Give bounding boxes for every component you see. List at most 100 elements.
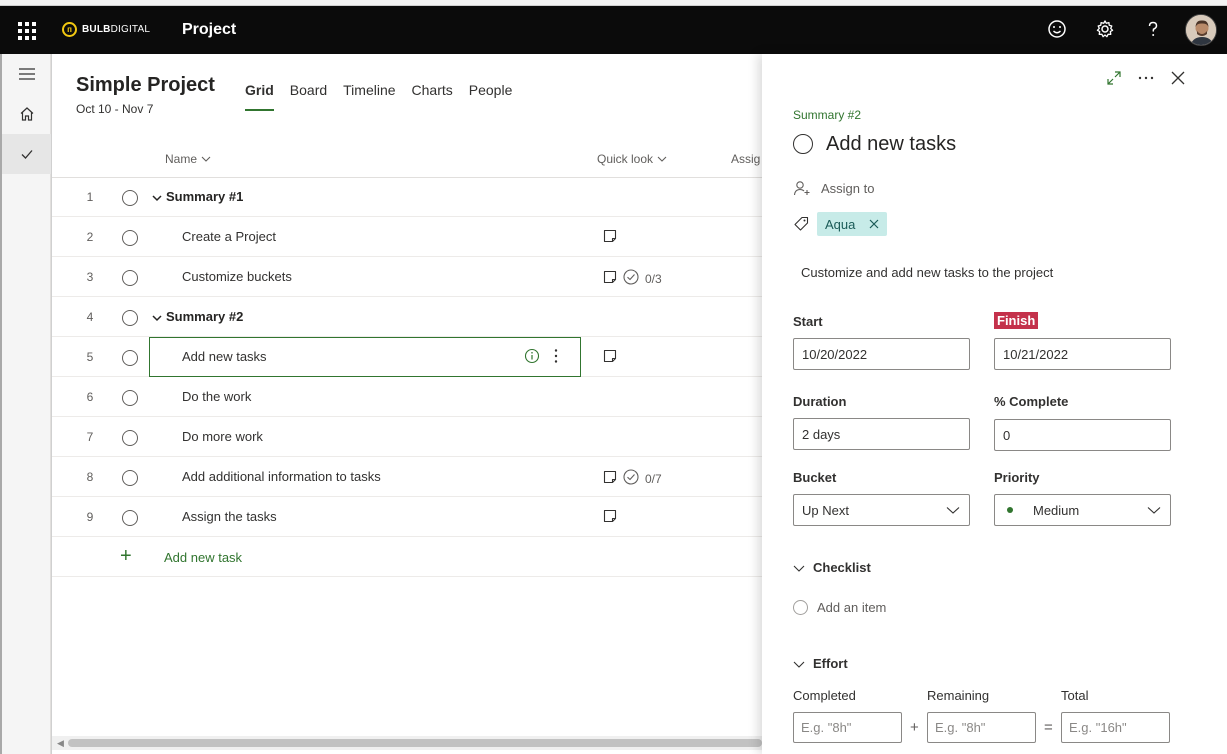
table-row[interactable]: 7 Do more work <box>52 417 762 457</box>
checklist-title: Checklist <box>813 560 871 575</box>
priority-dropdown[interactable]: Medium <box>994 494 1171 526</box>
checklist-add-item[interactable]: Add an item <box>793 600 886 615</box>
user-avatar[interactable] <box>1185 14 1217 46</box>
column-header-name[interactable]: Name <box>165 152 211 166</box>
task-complete-toggle[interactable] <box>793 134 813 154</box>
total-effort-label: Total <box>1061 688 1089 703</box>
tab-people[interactable]: People <box>469 82 513 112</box>
app-launcher-icon[interactable] <box>18 22 36 40</box>
notes-icon[interactable] <box>603 349 617 366</box>
settings-gear-icon[interactable] <box>1094 18 1116 40</box>
remaining-effort-input[interactable]: E.g. "8h" <box>927 712 1036 743</box>
brand-name-rest: DIGITAL <box>110 24 151 35</box>
start-label: Start <box>793 314 823 329</box>
quick-look-cell <box>603 349 617 366</box>
task-complete-toggle[interactable] <box>122 510 138 526</box>
completed-effort-input[interactable]: E.g. "8h" <box>793 712 902 743</box>
brand-logo[interactable]: ᴨ BULBDIGITAL <box>62 22 150 37</box>
label-chip-aqua[interactable]: Aqua <box>817 212 888 236</box>
tab-grid[interactable]: Grid <box>245 82 274 112</box>
column-header-assigned[interactable]: Assig <box>731 152 760 166</box>
task-complete-toggle[interactable] <box>122 310 138 326</box>
task-complete-toggle[interactable] <box>122 270 138 286</box>
task-notes[interactable]: Customize and add new tasks to the proje… <box>801 265 1053 280</box>
hamburger-menu-icon[interactable] <box>2 54 51 94</box>
assign-to-button[interactable]: Assign to <box>793 180 874 196</box>
notes-icon[interactable] <box>603 509 617 526</box>
task-complete-toggle[interactable] <box>122 390 138 406</box>
tag-icon <box>794 216 809 231</box>
task-name[interactable]: Add additional information to tasks <box>182 469 381 484</box>
table-row[interactable]: 3 Customize buckets 0/3 <box>52 257 762 297</box>
notes-icon[interactable] <box>603 470 617 487</box>
table-row[interactable]: 9 Assign the tasks <box>52 497 762 537</box>
finish-date-input[interactable]: 10/21/2022 <box>994 338 1171 370</box>
scroll-left-arrow-icon[interactable]: ◀ <box>57 738 64 749</box>
task-name[interactable]: Do more work <box>182 429 263 444</box>
remove-label-icon[interactable] <box>869 219 879 229</box>
parent-summary-link[interactable]: Summary #2 <box>793 108 861 122</box>
equals-operator: = <box>1044 719 1053 736</box>
percent-complete-label: % Complete <box>994 394 1069 409</box>
bucket-label: Bucket <box>793 470 837 485</box>
percent-complete-input[interactable]: 0 <box>994 419 1171 451</box>
row-more-options-icon[interactable] <box>554 348 558 369</box>
table-row[interactable]: 1 Summary #1 <box>52 177 762 217</box>
task-name[interactable]: Do the work <box>182 389 251 404</box>
collapse-chevron-icon[interactable] <box>152 190 162 208</box>
project-title[interactable]: Simple Project <box>76 74 215 97</box>
home-icon[interactable] <box>2 94 51 134</box>
more-options-icon[interactable] <box>1136 68 1156 88</box>
table-row[interactable]: 6 Do the work <box>52 377 762 417</box>
info-icon[interactable] <box>524 348 540 369</box>
add-new-task-label[interactable]: Add new task <box>164 550 242 565</box>
duration-input[interactable]: 2 days <box>793 418 970 450</box>
start-date-input[interactable]: 10/20/2022 <box>793 338 970 370</box>
add-new-task-row[interactable]: + Add new task <box>52 537 762 577</box>
task-complete-toggle[interactable] <box>122 470 138 486</box>
total-effort-input[interactable]: E.g. "16h" <box>1061 712 1170 743</box>
row-number: 6 <box>86 390 94 404</box>
task-title[interactable]: Add new tasks <box>826 133 956 156</box>
tasks-checkmark-icon[interactable] <box>2 134 51 174</box>
help-question-icon[interactable] <box>1142 18 1164 40</box>
checklist-section-toggle[interactable]: Checklist <box>793 560 871 575</box>
tab-board[interactable]: Board <box>290 82 327 112</box>
table-row[interactable]: 4 Summary #2 <box>52 297 762 337</box>
checklist-progress-icon <box>623 269 639 288</box>
notes-icon[interactable] <box>603 229 617 246</box>
expand-icon[interactable] <box>1104 68 1124 88</box>
task-name[interactable]: Customize buckets <box>182 269 292 284</box>
task-complete-toggle[interactable] <box>122 430 138 446</box>
horizontal-scrollbar[interactable]: ◀ <box>52 736 762 750</box>
add-person-icon <box>793 181 810 196</box>
tab-timeline[interactable]: Timeline <box>343 82 395 112</box>
tab-charts[interactable]: Charts <box>412 82 453 112</box>
main-grid-area: Simple Project Oct 10 - Nov 7 Grid Board… <box>52 54 762 754</box>
task-complete-toggle[interactable] <box>122 230 138 246</box>
task-complete-toggle[interactable] <box>122 190 138 206</box>
close-icon[interactable] <box>1168 68 1188 88</box>
table-row[interactable]: 8 Add additional information to tasks 0/7 <box>52 457 762 497</box>
task-name[interactable]: Assign the tasks <box>182 509 277 524</box>
task-name[interactable]: Summary #1 <box>166 189 243 204</box>
scrollbar-thumb[interactable] <box>68 739 762 747</box>
effort-section-toggle[interactable]: Effort <box>793 656 848 671</box>
task-name[interactable]: Add new tasks <box>182 349 267 364</box>
task-complete-toggle[interactable] <box>122 350 138 366</box>
app-title[interactable]: Project <box>182 21 236 39</box>
notes-icon[interactable] <box>603 270 617 287</box>
row-number: 9 <box>86 510 94 524</box>
task-name[interactable]: Create a Project <box>182 229 276 244</box>
view-tabs: Grid Board Timeline Charts People <box>245 82 528 112</box>
bucket-dropdown[interactable]: Up Next <box>793 494 970 526</box>
table-row[interactable]: 2 Create a Project <box>52 217 762 257</box>
bucket-dropdown-value: Up Next <box>802 502 849 518</box>
chevron-down-icon <box>793 661 805 668</box>
plus-icon[interactable]: + <box>120 546 132 566</box>
column-header-quick-look[interactable]: Quick look <box>597 152 667 166</box>
table-row[interactable]: 5 Add new tasks <box>52 337 762 377</box>
feedback-smiley-icon[interactable] <box>1046 18 1068 40</box>
collapse-chevron-icon[interactable] <box>152 310 162 328</box>
task-name[interactable]: Summary #2 <box>166 309 243 324</box>
